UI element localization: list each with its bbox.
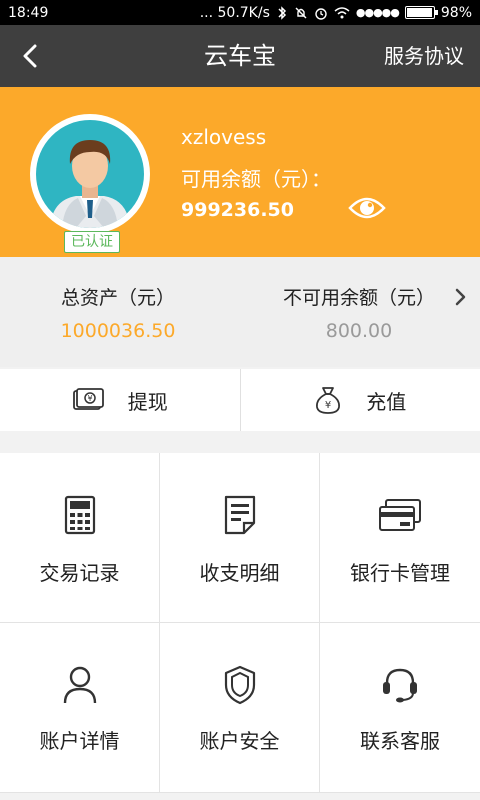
- menu-item-label: 账户详情: [39, 729, 120, 753]
- username: xzlovess: [181, 125, 267, 149]
- total-assets-value: 1000036.50: [60, 320, 176, 342]
- battery-fill: [406, 8, 433, 17]
- mute-icon: [295, 7, 307, 18]
- available-balance-value: 999236.50: [181, 199, 294, 221]
- chevron-left-icon: [23, 44, 37, 68]
- profile-header: 已认证 xzlovess 可用余额（元）： 999236.50: [0, 87, 480, 257]
- cash-icon: ¥: [72, 388, 104, 410]
- wifi-icon: [334, 6, 350, 18]
- menu-item-income-expense[interactable]: 收支明细: [160, 453, 320, 623]
- menu-item-account-details[interactable]: 账户详情: [0, 623, 160, 793]
- battery-percent: 98%: [440, 4, 472, 21]
- menu-item-customer-service[interactable]: 联系客服: [320, 623, 480, 793]
- available-balance-label: 可用余额（元）：: [181, 167, 331, 191]
- toggle-visibility-button[interactable]: [348, 193, 386, 223]
- unavailable-balance-value: 800.00: [325, 320, 393, 342]
- svg-text:¥: ¥: [325, 400, 331, 411]
- menu-item-label: 联系客服: [360, 729, 440, 753]
- money-bag-icon: ¥: [316, 387, 341, 414]
- user-portrait-icon: [50, 140, 130, 228]
- calculator-icon: [58, 493, 102, 537]
- alarm-icon: [315, 7, 327, 20]
- bank-card-icon: [378, 493, 422, 537]
- recharge-button[interactable]: ¥ 充值: [239, 369, 480, 431]
- status-icons: ... 50.7K/s ●●●●● 98%: [200, 5, 472, 21]
- shield-icon: [218, 663, 262, 707]
- avatar-image: [36, 120, 144, 228]
- service-agreement-link[interactable]: 服务协议: [384, 25, 464, 87]
- menu-item-label: 交易记录: [39, 561, 120, 585]
- status-time: 18:49: [8, 4, 49, 21]
- person-icon: [58, 663, 102, 707]
- withdraw-button[interactable]: ¥ 提现: [0, 369, 240, 431]
- unavailable-balance-label: 不可用余额（元）: [282, 287, 435, 309]
- unavailable-balance: 不可用余额（元） 800.00: [244, 257, 474, 367]
- recharge-label: 充值: [366, 389, 407, 414]
- nav-bar: 云车宝 服务协议: [0, 25, 480, 87]
- withdraw-label: 提现: [127, 389, 168, 414]
- menu-item-account-security[interactable]: 账户安全: [160, 623, 320, 793]
- back-button[interactable]: [14, 40, 46, 72]
- function-grid: 交易记录 收支明细 银行卡管理 账户详情 账户安全 联系客服: [0, 453, 480, 793]
- chevron-right-icon: [455, 288, 466, 306]
- svg-text:¥: ¥: [87, 394, 92, 403]
- avatar[interactable]: 已认证: [30, 114, 150, 253]
- assets-summary[interactable]: 总资产（元） 1000036.50 不可用余额（元） 800.00: [0, 257, 480, 367]
- total-assets-label: 总资产（元）: [60, 287, 175, 309]
- menu-item-label: 收支明细: [199, 561, 280, 585]
- headset-icon: [378, 663, 422, 707]
- eye-icon: [348, 197, 386, 219]
- menu-item-bank-cards[interactable]: 银行卡管理: [320, 453, 480, 623]
- action-bar: ¥ 提现 ¥ 充值: [0, 369, 480, 431]
- menu-item-label: 银行卡管理: [350, 561, 450, 585]
- verified-badge: 已认证: [64, 231, 120, 253]
- net-speed: ... 50.7K/s: [199, 4, 270, 21]
- total-assets: 总资产（元） 1000036.50: [0, 257, 236, 367]
- document-icon: [218, 493, 262, 537]
- menu-item-label: 账户安全: [199, 729, 280, 753]
- bluetooth-icon: [278, 5, 286, 20]
- status-bar: 18:49 ... 50.7K/s ●●●●● 98%: [0, 0, 480, 25]
- menu-item-transaction-records[interactable]: 交易记录: [0, 453, 160, 623]
- signal-icon: ●●●●●: [355, 6, 400, 19]
- battery-icon: [404, 6, 438, 19]
